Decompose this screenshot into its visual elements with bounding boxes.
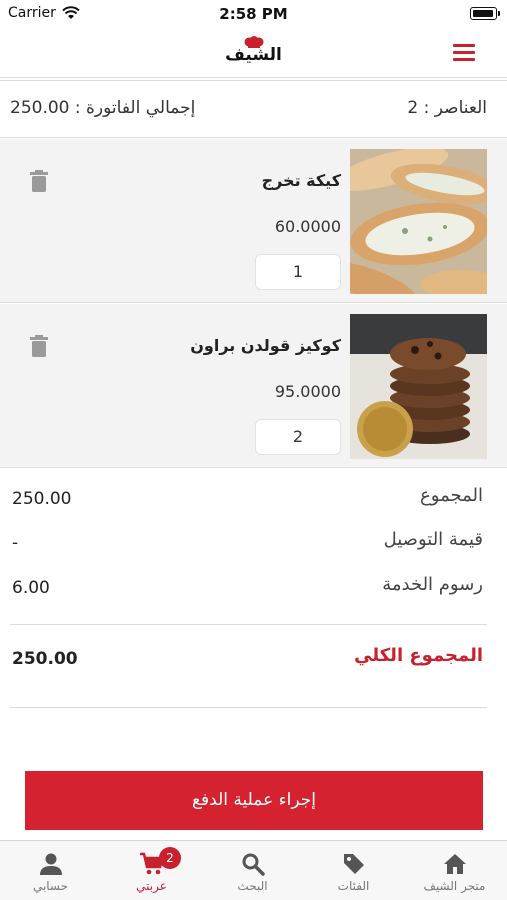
delivery-value: - [12,533,19,553]
tab-search[interactable]: البحث [202,841,303,900]
hamburger-line [453,44,475,47]
trash-icon[interactable] [28,169,50,193]
service-fee-row: رسوم الخدمة 6.00 [0,572,507,602]
pastry-image [350,149,487,294]
divider [10,707,487,708]
subtotal-row: المجموع 250.00 [0,483,507,513]
product-image [350,149,487,294]
search-icon [242,853,265,876]
divider [10,624,487,625]
delivery-row: قيمة التوصيل - [0,527,507,557]
subtotal-label: المجموع [420,485,483,506]
delivery-label: قيمة التوصيل [383,529,483,550]
quantity-field[interactable]: 1 [255,254,341,290]
checkout-button[interactable]: إجراء عملية الدفع [25,771,483,830]
cookies-image [350,314,487,459]
logo-text: الشيف [225,45,282,65]
grand-total-label: المجموع الكلي [354,645,483,666]
grand-total-row: المجموع الكلي 250.00 [0,643,507,673]
cart-summary: العناصر : 2 إجمالي الفاتورة : 250.00 [0,80,507,138]
logo: الشيف [0,36,507,64]
tab-label: الفئات [337,879,370,893]
tab-label: البحث [237,879,268,893]
service-fee-label: رسوم الخدمة [382,574,483,595]
clock: 2:58 PM [219,5,288,23]
tab-bar: متجر الشيف الفئات البحث 2 عربتي حسابي [0,840,507,900]
product-name: كوكيز قولدن براون [190,336,341,355]
invoice-total: إجمالي الفاتورة : 250.00 [10,98,196,118]
subtotal-value: 250.00 [12,489,72,509]
tab-label: حسابي [32,879,69,893]
tab-my-cart[interactable]: 2 عربتي [101,841,202,900]
tab-label: عربتي [136,879,167,893]
battery-icon [470,7,500,20]
service-fee-value: 6.00 [12,578,50,598]
home-icon [443,854,466,874]
cart-item: كيكة تخرج 60.0000 1 [0,139,507,303]
nav-bar: الشيف [0,30,507,78]
trash-icon[interactable] [28,334,50,358]
tab-label: متجر الشيف [423,879,486,893]
tab-categories[interactable]: الفئات [303,841,404,900]
hamburger-line [453,51,475,54]
quantity-field[interactable]: 2 [255,419,341,455]
tag-icon [343,854,364,874]
menu-button[interactable] [453,44,475,62]
tab-account[interactable]: حسابي [0,841,101,900]
hamburger-line [453,58,475,61]
person-icon [39,853,62,875]
items-count: العناصر : 2 [407,98,487,118]
product-image [350,314,487,459]
tab-store[interactable]: متجر الشيف [404,841,505,900]
cart-item: كوكيز قولدن براون 95.0000 2 [0,304,507,468]
grand-total-value: 250.00 [12,649,78,669]
cart-badge: 2 [159,847,181,869]
product-price: 95.0000 [274,382,341,401]
product-name: كيكة تخرج [261,171,341,190]
status-bar: Carrier 2:58 PM [0,0,507,30]
product-price: 60.0000 [274,217,341,236]
